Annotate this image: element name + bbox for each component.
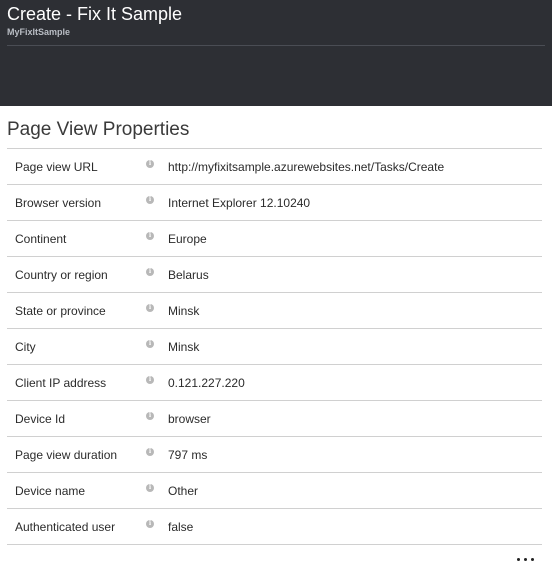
more-icon[interactable] <box>516 552 536 566</box>
property-label: Device Id <box>15 412 66 426</box>
property-value: Minsk <box>168 340 200 354</box>
info-icon[interactable]: i <box>146 340 154 348</box>
property-label: Authenticated user <box>15 520 116 534</box>
more-dot <box>524 558 527 561</box>
property-label: Device name <box>15 484 86 498</box>
property-value: Internet Explorer 12.10240 <box>168 196 311 210</box>
property-row-page-view-url: Page view URL i http://myfixitsample.azu… <box>7 148 542 184</box>
property-row-device-id: Device Id i browser <box>7 400 542 436</box>
property-row-city: City i Minsk <box>7 328 542 364</box>
property-value: http://myfixitsample.azurewebsites.net/T… <box>168 160 445 174</box>
property-label: Browser version <box>15 196 102 210</box>
property-label: Continent <box>15 232 67 246</box>
more-dot <box>517 558 520 561</box>
property-label: State or province <box>15 304 106 318</box>
property-value: Minsk <box>168 304 200 318</box>
property-label: Page view duration <box>15 448 118 462</box>
info-icon[interactable]: i <box>146 520 154 528</box>
property-value: 0.121.227.220 <box>168 376 245 390</box>
property-row-country-or-region: Country or region i Belarus <box>7 256 542 292</box>
info-icon[interactable]: i <box>146 196 154 204</box>
property-row-authenticated-user: Authenticated user i false <box>7 508 542 545</box>
more-dot <box>531 558 534 561</box>
section-title: Page View Properties <box>7 119 190 140</box>
property-label: City <box>15 340 36 354</box>
info-icon[interactable]: i <box>146 412 154 420</box>
property-value: false <box>168 520 194 534</box>
blade-header: Create - Fix It Sample MyFixItSample <box>0 0 552 106</box>
blade-title: Create - Fix It Sample <box>7 4 183 24</box>
header-divider <box>7 45 545 46</box>
info-icon[interactable]: i <box>146 160 154 168</box>
property-label: Client IP address <box>15 376 107 390</box>
property-value: Belarus <box>168 268 209 282</box>
property-row-page-view-duration: Page view duration i 797 ms <box>7 436 542 472</box>
info-icon[interactable]: i <box>146 304 154 312</box>
property-value: 797 ms <box>168 448 208 462</box>
property-row-device-name: Device name i Other <box>7 472 542 508</box>
blade-subtitle: MyFixItSample <box>7 27 71 37</box>
info-icon[interactable]: i <box>146 484 154 492</box>
properties-list: Page view URL i http://myfixitsample.azu… <box>7 148 542 545</box>
info-icon[interactable]: i <box>146 448 154 456</box>
info-icon[interactable]: i <box>146 268 154 276</box>
property-row-continent: Continent i Europe <box>7 220 542 256</box>
property-value: Europe <box>168 232 207 246</box>
info-icon[interactable]: i <box>146 376 154 384</box>
property-row-state-or-province: State or province i Minsk <box>7 292 542 328</box>
info-icon[interactable]: i <box>146 232 154 240</box>
property-value: browser <box>168 412 211 426</box>
property-row-browser-version: Browser version i Internet Explorer 12.1… <box>7 184 542 220</box>
property-value: Other <box>168 484 199 498</box>
property-row-client-ip-address: Client IP address i 0.121.227.220 <box>7 364 542 400</box>
property-label: Page view URL <box>15 160 98 174</box>
property-label: Country or region <box>15 268 108 282</box>
